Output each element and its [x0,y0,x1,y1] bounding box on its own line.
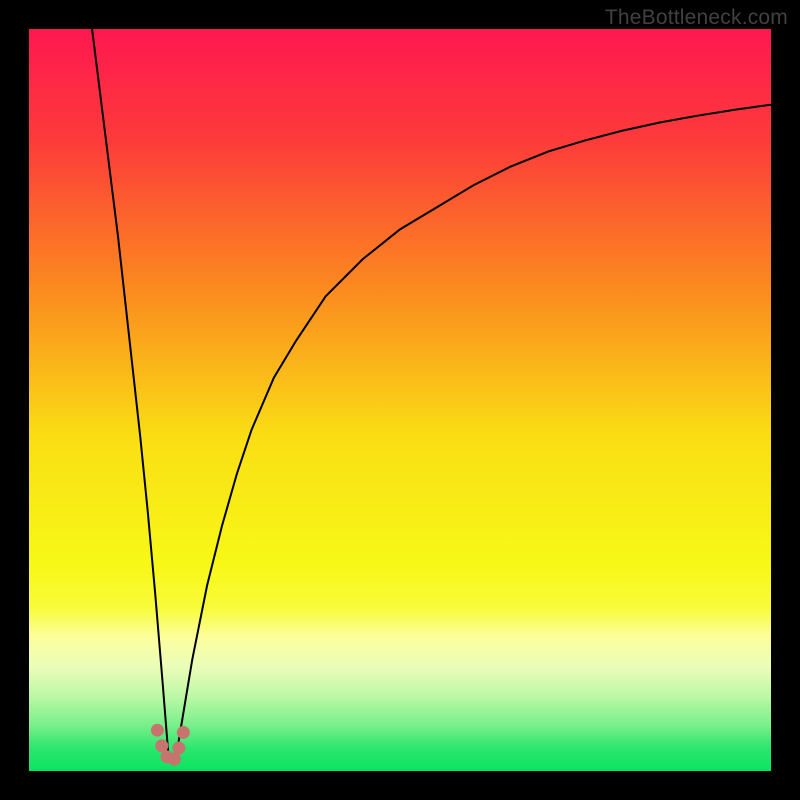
optimum-marker [177,726,190,739]
gradient-plot-area [29,29,771,771]
optimum-marker [168,753,181,766]
bottleneck-curve-right [177,105,771,749]
chart-frame: TheBottleneck.com [0,0,800,800]
optimum-marker [151,724,164,737]
optimum-marker [155,739,168,752]
curve-overlay [29,29,771,771]
optimum-marker [172,742,185,755]
watermark-text: TheBottleneck.com [605,6,788,30]
optimum-marker-cluster [151,724,190,766]
bottleneck-curve-left [92,29,168,756]
